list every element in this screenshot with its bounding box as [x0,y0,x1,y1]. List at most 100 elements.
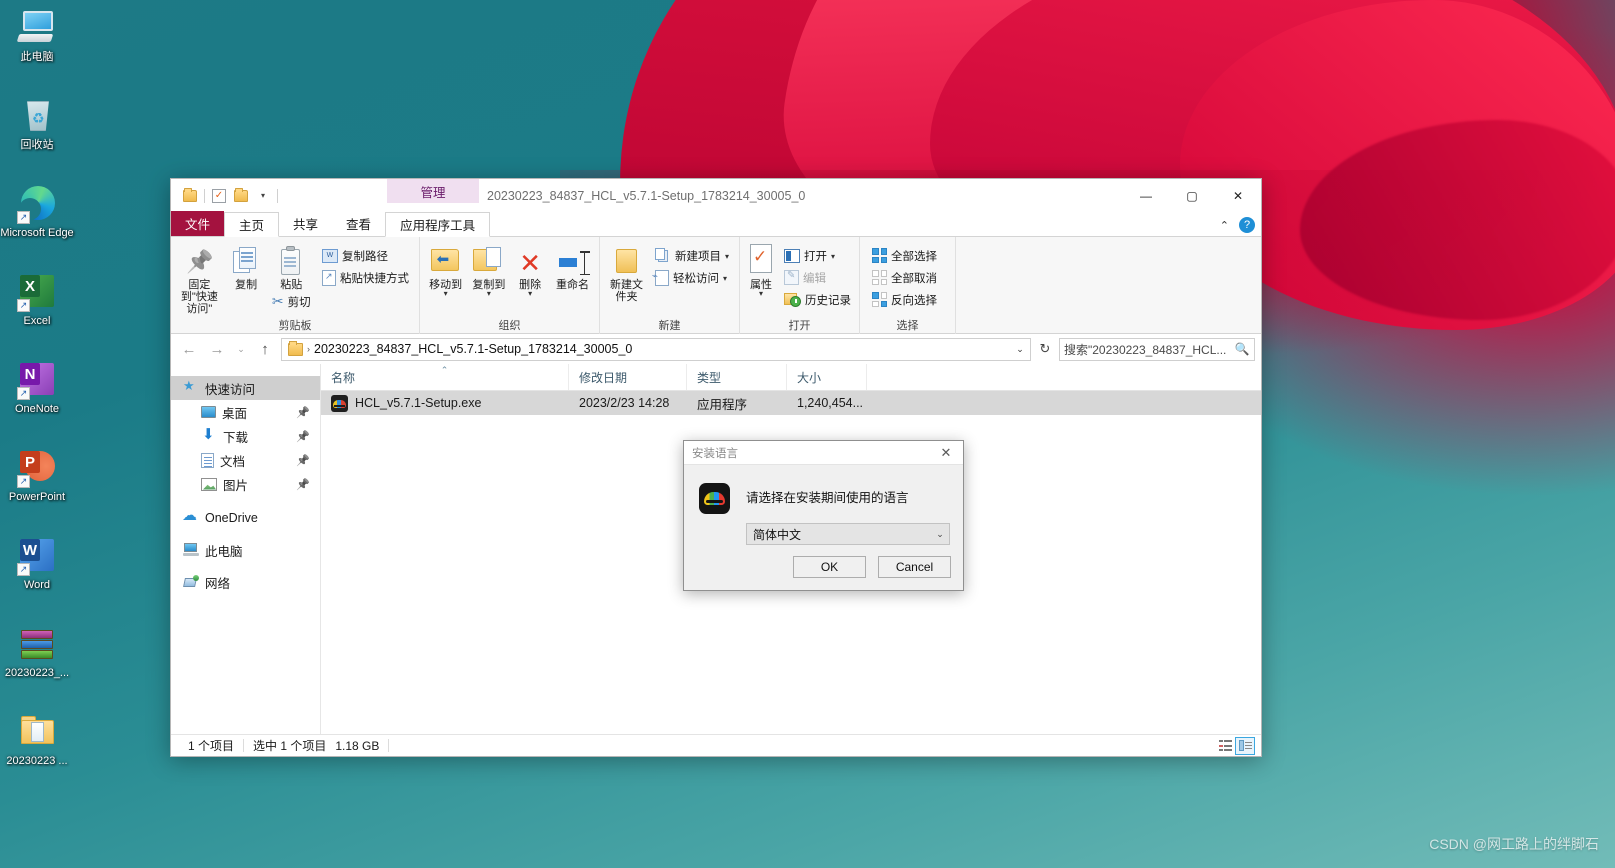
tab-file[interactable]: 文件 [171,211,225,236]
cancel-button[interactable]: Cancel [878,556,951,578]
hcl-setup-exe-icon [331,394,348,412]
sidebar-item-pictures[interactable]: 图片 📌 [171,472,320,496]
refresh-button[interactable]: ↻ [1035,338,1055,361]
desktop-icon-onenote[interactable]: N ↗ OneNote [0,356,74,440]
sidebar-item-label: 快速访问 [205,382,256,397]
cut-button[interactable]: 剪切 [272,292,311,311]
network-icon [183,575,199,589]
chevron-down-icon[interactable]: ▾ [725,252,729,261]
collapse-ribbon-icon[interactable]: ⌃ [1220,219,1229,232]
tab-view[interactable]: 查看 [332,211,385,236]
pin-icon[interactable]: 📌 [296,454,310,467]
forward-button[interactable]: → [205,337,229,361]
back-button[interactable]: ← [177,337,201,361]
ribbon-group-clipboard: 固定到"快速访问" 复制 粘贴 剪切 [171,237,419,334]
delete-button[interactable]: 删除 ▾ [512,242,547,298]
move-to-button[interactable]: ⬅ 移动到 ▾ [426,242,465,298]
chevron-down-icon[interactable]: ▾ [444,290,448,298]
close-icon[interactable]: ✕ [929,441,963,465]
button-label: 编辑 [803,272,826,285]
table-row[interactable]: HCL_v5.7.1-Setup.exe 2023/2/23 14:28 应用程… [321,391,1261,415]
sidebar-item-this-pc[interactable]: 此电脑 [171,538,320,562]
tab-home[interactable]: 主页 [224,212,280,237]
select-all-button[interactable]: 全部选择 [868,246,941,265]
sidebar-item-desktop[interactable]: 桌面 📌 [171,400,320,424]
pin-icon[interactable]: 📌 [296,406,310,419]
downloads-icon [201,425,217,444]
desktop-icon-powerpoint[interactable]: P ↗ PowerPoint [0,444,74,528]
button-label: 重命名 [555,279,589,291]
desktop-icon-word[interactable]: W ↗ Word [0,532,74,616]
history-button[interactable]: 历史记录 [780,290,855,309]
qat-customize-caret-icon[interactable]: ▾ [252,185,274,207]
column-header-date[interactable]: 修改日期 [569,364,687,390]
pin-icon[interactable]: 📌 [296,478,310,491]
column-header-size[interactable]: 大小 [787,364,867,390]
breadcrumb[interactable]: › 20230223_84837_HCL_v5.7.1-Setup_178321… [281,337,1031,361]
chevron-down-icon[interactable]: ▾ [759,290,763,298]
minimize-button[interactable]: — [1123,179,1169,212]
contextual-tab-header-management[interactable]: 管理 [387,179,479,203]
selection-label: 选中 1 个项目 [253,739,327,753]
select-none-button[interactable]: 全部取消 [868,268,941,287]
tab-share[interactable]: 共享 [279,211,332,236]
details-view-button[interactable] [1215,737,1235,755]
copy-path-button[interactable]: W 复制路径 [318,246,413,265]
chevron-down-icon[interactable]: ▾ [831,252,835,261]
pin-to-quick-access-button[interactable]: 固定到"快速访问" [177,242,222,315]
rename-button[interactable]: 重命名 [552,242,593,291]
sidebar-item-quick-access[interactable]: 快速访问 [171,376,320,400]
chevron-down-icon[interactable]: ⌄ [931,529,949,540]
desktop-icon-microsoft-edge[interactable]: ↗ Microsoft Edge [0,180,74,264]
sidebar-item-documents[interactable]: 文档 📌 [171,448,320,472]
chevron-down-icon[interactable]: ▾ [487,290,491,298]
copy-to-button[interactable]: 复制到 ▾ [469,242,508,298]
new-folder-button[interactable]: 新建文件夹 [606,242,647,303]
help-icon[interactable]: ? [1239,217,1255,233]
search-icon[interactable]: 🔍 [1234,342,1250,356]
qat-new-folder-icon[interactable] [230,185,252,207]
ribbon: 固定到"快速访问" 复制 粘贴 剪切 [171,237,1261,334]
breadcrumb-path[interactable]: 20230223_84837_HCL_v5.7.1-Setup_1783214_… [314,342,1008,356]
shortcut-arrow-icon: ↗ [17,387,30,400]
sidebar-item-downloads[interactable]: 下载 📌 [171,424,320,448]
desktop-icon-archive[interactable]: 20230223_... [0,620,74,704]
desktop-icon-excel[interactable]: X ↗ Excel [0,268,74,352]
language-select[interactable]: 简体中文 ⌄ [746,523,950,545]
recent-locations-button[interactable]: ⌄ [233,337,249,361]
maximize-button[interactable]: ▢ [1169,179,1215,212]
column-header-type[interactable]: 类型 [687,364,787,390]
sidebar-item-network[interactable]: 网络 [171,570,320,594]
invert-selection-button[interactable]: 反向选择 [868,290,941,309]
qat-properties-check-icon[interactable]: ✓ [208,185,230,207]
edit-button[interactable]: 编辑 [780,268,855,287]
up-button[interactable]: ↑ [253,337,277,361]
qat-folder-icon[interactable] [179,185,201,207]
copy-button[interactable]: 复制 [224,242,269,291]
chevron-down-icon[interactable]: ▾ [723,274,727,283]
new-item-button[interactable]: 新建项目 ▾ [651,246,733,265]
sidebar-item-onedrive[interactable]: OneDrive [171,506,320,530]
desktop-icon-folder[interactable]: 20230223 ... [0,708,74,792]
paste-icon [279,246,303,277]
easy-access-button[interactable]: 轻松访问 ▾ [651,268,733,287]
column-header-name[interactable]: ⌃ 名称 [321,364,569,390]
search-input[interactable]: 搜索"20230223_84837_HCL... 🔍 [1059,337,1255,361]
open-button[interactable]: 打开 ▾ [780,246,855,265]
pin-icon[interactable]: 📌 [296,430,310,443]
desktop-icon-this-pc[interactable]: 此电脑 [0,4,74,88]
tab-application-tools[interactable]: 应用程序工具 [385,212,491,237]
properties-button[interactable]: ✓ 属性 ▾ [746,242,776,298]
paste-button[interactable]: 粘贴 剪切 [271,242,312,311]
ok-button[interactable]: OK [793,556,866,578]
button-label: 全部取消 [891,272,937,285]
paste-shortcut-button[interactable]: 粘贴快捷方式 [318,268,413,287]
close-button[interactable]: ✕ [1215,179,1261,212]
cell-name: HCL_v5.7.1-Setup.exe [321,394,569,412]
large-icons-view-button[interactable] [1235,736,1255,755]
address-dropdown-icon[interactable]: ⌄ [1012,344,1028,355]
desktop-icon-recycle-bin[interactable]: ♻ 回收站 [0,92,74,176]
chevron-down-icon[interactable]: ▾ [528,290,532,298]
cell-type: 应用程序 [697,397,748,412]
